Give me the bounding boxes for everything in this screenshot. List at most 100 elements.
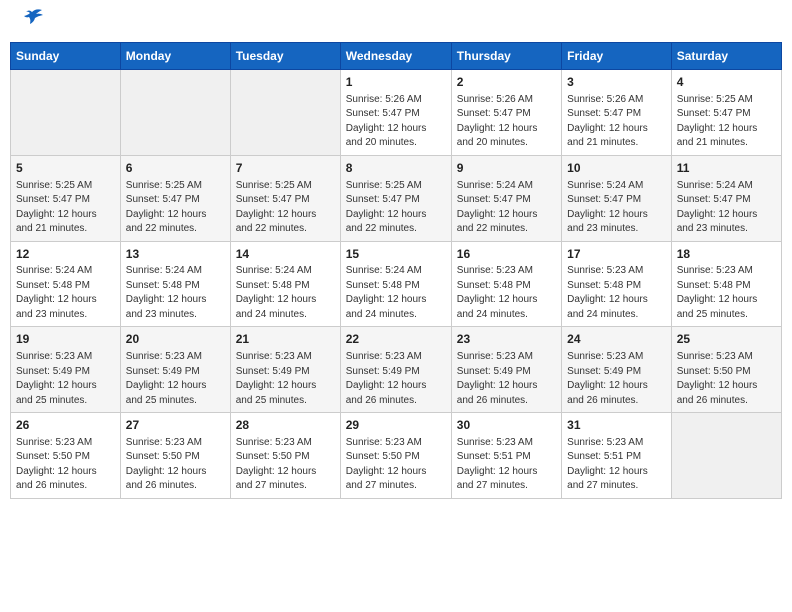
calendar-cell: 29 Sunrise: 5:23 AMSunset: 5:50 PMDayligh…: [340, 413, 451, 499]
calendar-cell: 15Sunrise: 5:24 AMSunset: 5:48 PMDayligh…: [340, 241, 451, 327]
calendar-cell: 30Sunrise: 5:23 AMSunset: 5:51 PMDayligh…: [451, 413, 561, 499]
calendar-cell: 19 Sunrise: 5:23 AMSunset: 5:49 PMDayligh…: [11, 327, 121, 413]
calendar-week-row: 5 Sunrise: 5:25 AMSunset: 5:47 PMDaylight…: [11, 155, 782, 241]
day-number: 20: [126, 331, 225, 348]
weekday-header-tuesday: Tuesday: [230, 43, 340, 70]
day-number: 4: [677, 74, 776, 91]
weekday-header-wednesday: Wednesday: [340, 43, 451, 70]
day-info: Sunrise: 5:25 AMSunset: 5:47 PMDaylight:…: [346, 179, 446, 237]
day-info: Sunrise: 5:23 AMSunset: 5:49 PMDaylight:…: [346, 350, 446, 408]
day-number: 14: [236, 246, 335, 263]
calendar-cell: 23 Sunrise: 5:23 AMSunset: 5:49 PMDayligh…: [451, 327, 561, 413]
day-number: 16: [457, 246, 556, 263]
day-number: 12: [16, 246, 115, 263]
day-info: Sunrise: 5:23 AMSunset: 5:50 PMDaylight:…: [126, 436, 225, 494]
logo-bird-icon: [18, 4, 46, 32]
calendar-cell: 28 Sunrise: 5:23 AMSunset: 5:50 PMDayligh…: [230, 413, 340, 499]
day-info: Sunrise: 5:23 AMSunset: 5:49 PMDaylight:…: [126, 350, 225, 408]
day-number: 24: [567, 331, 666, 348]
day-number: 2: [457, 74, 556, 91]
day-info: Sunrise: 5:23 AMSunset: 5:50 PMDaylight:…: [346, 436, 446, 494]
weekday-header-friday: Friday: [562, 43, 672, 70]
day-info: Sunrise: 5:25 AMSunset: 5:47 PMDaylight:…: [677, 93, 776, 151]
day-number: 25: [677, 331, 776, 348]
day-number: 28: [236, 417, 335, 434]
day-number: 26: [16, 417, 115, 434]
day-info: Sunrise: 5:25 AMSunset: 5:47 PMDaylight:…: [236, 179, 335, 237]
day-number: 8: [346, 160, 446, 177]
day-number: 13: [126, 246, 225, 263]
calendar-cell: 20 Sunrise: 5:23 AMSunset: 5:49 PMDayligh…: [120, 327, 230, 413]
day-info: Sunrise: 5:26 AMSunset: 5:47 PMDaylight:…: [567, 93, 666, 151]
day-info: Sunrise: 5:23 AMSunset: 5:48 PMDaylight:…: [567, 264, 666, 322]
day-number: 29: [346, 417, 446, 434]
calendar-cell: 22 Sunrise: 5:23 AMSunset: 5:49 PMDayligh…: [340, 327, 451, 413]
calendar-week-row: 1 Sunrise: 5:26 AMSunset: 5:47 PMDaylight…: [11, 70, 782, 156]
calendar-cell: 27Sunrise: 5:23 AMSunset: 5:50 PMDayligh…: [120, 413, 230, 499]
day-number: 11: [677, 160, 776, 177]
day-info: Sunrise: 5:26 AMSunset: 5:47 PMDaylight:…: [457, 93, 556, 151]
day-number: 18: [677, 246, 776, 263]
day-info: Sunrise: 5:25 AMSunset: 5:47 PMDaylight:…: [16, 179, 115, 237]
day-number: 1: [346, 74, 446, 91]
weekday-header-sunday: Sunday: [11, 43, 121, 70]
day-number: 6: [126, 160, 225, 177]
calendar-cell: 21Sunrise: 5:23 AMSunset: 5:49 PMDayligh…: [230, 327, 340, 413]
day-number: 23: [457, 331, 556, 348]
weekday-header-thursday: Thursday: [451, 43, 561, 70]
day-info: Sunrise: 5:24 AMSunset: 5:47 PMDaylight:…: [457, 179, 556, 237]
day-info: Sunrise: 5:23 AMSunset: 5:49 PMDaylight:…: [16, 350, 115, 408]
day-info: Sunrise: 5:24 AMSunset: 5:48 PMDaylight:…: [126, 264, 225, 322]
calendar-cell: 31 Sunrise: 5:23 AMSunset: 5:51 PMDayligh…: [562, 413, 672, 499]
day-number: 19: [16, 331, 115, 348]
calendar-week-row: 26 Sunrise: 5:23 AMSunset: 5:50 PMDayligh…: [11, 413, 782, 499]
day-info: Sunrise: 5:23 AMSunset: 5:49 PMDaylight:…: [457, 350, 556, 408]
calendar-cell: 8 Sunrise: 5:25 AMSunset: 5:47 PMDaylight…: [340, 155, 451, 241]
day-info: Sunrise: 5:24 AMSunset: 5:47 PMDaylight:…: [567, 179, 666, 237]
calendar-cell: 12Sunrise: 5:24 AMSunset: 5:48 PMDayligh…: [11, 241, 121, 327]
day-info: Sunrise: 5:23 AMSunset: 5:48 PMDaylight:…: [457, 264, 556, 322]
calendar-week-row: 12Sunrise: 5:24 AMSunset: 5:48 PMDayligh…: [11, 241, 782, 327]
calendar-cell: 2 Sunrise: 5:26 AMSunset: 5:47 PMDaylight…: [451, 70, 561, 156]
calendar-header-row: SundayMondayTuesdayWednesdayThursdayFrid…: [11, 43, 782, 70]
day-info: Sunrise: 5:23 AMSunset: 5:48 PMDaylight:…: [677, 264, 776, 322]
calendar-cell: 17Sunrise: 5:23 AMSunset: 5:48 PMDayligh…: [562, 241, 672, 327]
calendar-cell: 10Sunrise: 5:24 AMSunset: 5:47 PMDayligh…: [562, 155, 672, 241]
page-header: [10, 10, 782, 36]
calendar-cell: 11Sunrise: 5:24 AMSunset: 5:47 PMDayligh…: [671, 155, 781, 241]
day-info: Sunrise: 5:26 AMSunset: 5:47 PMDaylight:…: [346, 93, 446, 151]
day-number: 31: [567, 417, 666, 434]
calendar-week-row: 19 Sunrise: 5:23 AMSunset: 5:49 PMDayligh…: [11, 327, 782, 413]
calendar-cell: 13Sunrise: 5:24 AMSunset: 5:48 PMDayligh…: [120, 241, 230, 327]
day-info: Sunrise: 5:23 AMSunset: 5:51 PMDaylight:…: [567, 436, 666, 494]
calendar-cell: 7 Sunrise: 5:25 AMSunset: 5:47 PMDaylight…: [230, 155, 340, 241]
weekday-header-monday: Monday: [120, 43, 230, 70]
calendar-cell: 16Sunrise: 5:23 AMSunset: 5:48 PMDayligh…: [451, 241, 561, 327]
day-info: Sunrise: 5:24 AMSunset: 5:48 PMDaylight:…: [16, 264, 115, 322]
calendar-cell: [671, 413, 781, 499]
day-info: Sunrise: 5:24 AMSunset: 5:48 PMDaylight:…: [346, 264, 446, 322]
day-number: 17: [567, 246, 666, 263]
day-info: Sunrise: 5:24 AMSunset: 5:48 PMDaylight:…: [236, 264, 335, 322]
day-number: 22: [346, 331, 446, 348]
calendar-cell: 25 Sunrise: 5:23 AMSunset: 5:50 PMDayligh…: [671, 327, 781, 413]
day-info: Sunrise: 5:23 AMSunset: 5:50 PMDaylight:…: [236, 436, 335, 494]
calendar-cell: 1 Sunrise: 5:26 AMSunset: 5:47 PMDaylight…: [340, 70, 451, 156]
day-info: Sunrise: 5:23 AMSunset: 5:51 PMDaylight:…: [457, 436, 556, 494]
calendar-cell: 3 Sunrise: 5:26 AMSunset: 5:47 PMDaylight…: [562, 70, 672, 156]
calendar-cell: 4 Sunrise: 5:25 AMSunset: 5:47 PMDaylight…: [671, 70, 781, 156]
day-number: 3: [567, 74, 666, 91]
calendar-cell: [120, 70, 230, 156]
calendar-cell: 9Sunrise: 5:24 AMSunset: 5:47 PMDaylight…: [451, 155, 561, 241]
day-number: 5: [16, 160, 115, 177]
weekday-header-saturday: Saturday: [671, 43, 781, 70]
day-number: 21: [236, 331, 335, 348]
calendar-cell: [11, 70, 121, 156]
day-info: Sunrise: 5:23 AMSunset: 5:50 PMDaylight:…: [677, 350, 776, 408]
calendar-cell: 14Sunrise: 5:24 AMSunset: 5:48 PMDayligh…: [230, 241, 340, 327]
calendar-cell: 26Sunrise: 5:23 AMSunset: 5:50 PMDayligh…: [11, 413, 121, 499]
calendar-table: SundayMondayTuesdayWednesdayThursdayFrid…: [10, 42, 782, 499]
calendar-cell: 5 Sunrise: 5:25 AMSunset: 5:47 PMDaylight…: [11, 155, 121, 241]
day-number: 7: [236, 160, 335, 177]
calendar-cell: 24Sunrise: 5:23 AMSunset: 5:49 PMDayligh…: [562, 327, 672, 413]
